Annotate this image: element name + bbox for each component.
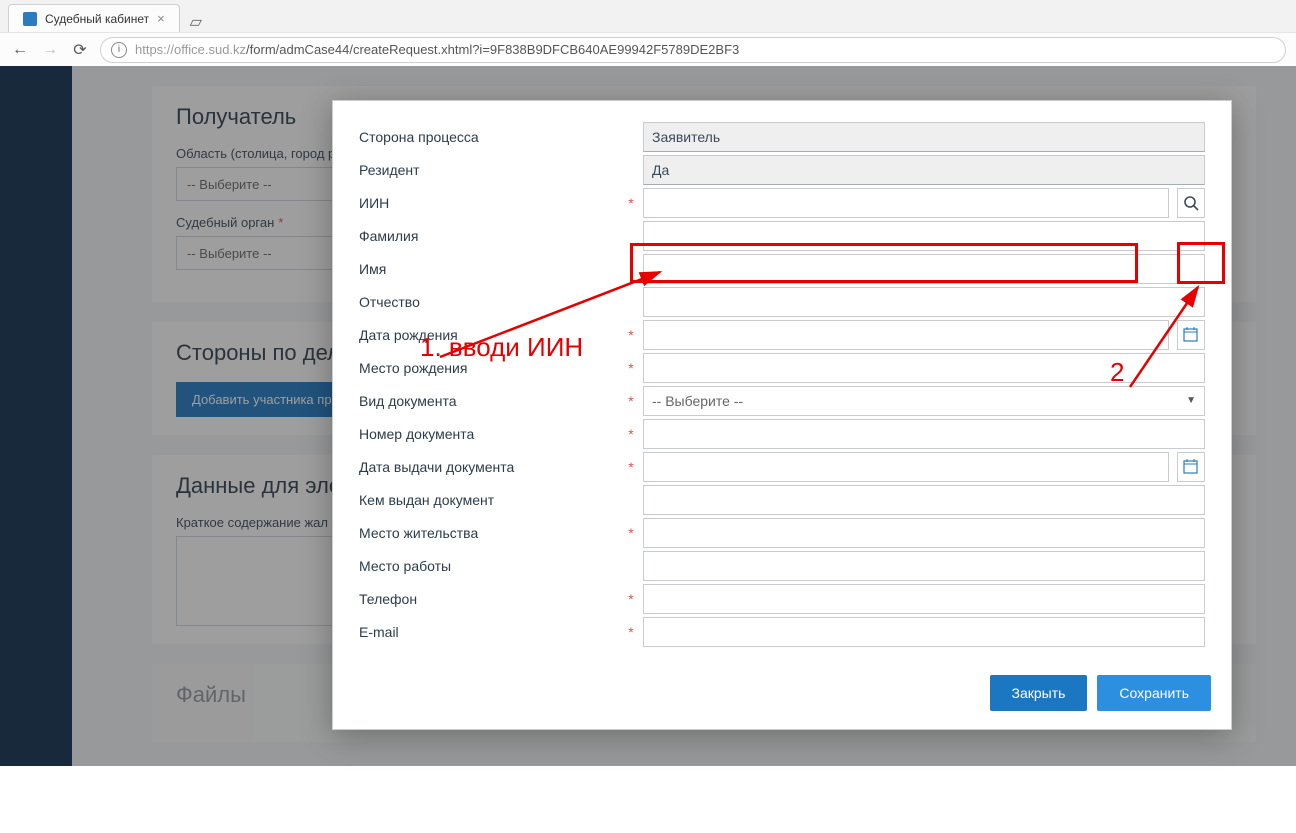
label-phone: Телефон (359, 591, 619, 607)
forward-button: → (40, 41, 60, 59)
docdate-calendar-button[interactable] (1177, 452, 1205, 482)
favicon-icon (23, 12, 37, 26)
tab-strip: Судебный кабинет × ▱ (0, 0, 1296, 32)
label-surname: Фамилия (359, 228, 619, 244)
label-email: E-mail (359, 624, 619, 640)
browser-tab[interactable]: Судебный кабинет × (8, 4, 180, 32)
new-tab-button[interactable]: ▱ (186, 12, 206, 32)
label-iin: ИИН (359, 195, 619, 211)
docnum-input[interactable] (643, 419, 1205, 449)
site-info-icon[interactable]: i (111, 42, 127, 58)
value-side: Заявитель (643, 122, 1205, 152)
search-icon (1183, 195, 1199, 211)
phone-input[interactable] (643, 584, 1205, 614)
value-resident: Да (643, 155, 1205, 185)
docdate-input[interactable] (643, 452, 1169, 482)
address-input[interactable] (643, 518, 1205, 548)
save-button[interactable]: Сохранить (1097, 675, 1211, 711)
iin-search-button[interactable] (1177, 188, 1205, 218)
label-address: Место жительства (359, 525, 619, 541)
label-docdate: Дата выдачи документа (359, 459, 619, 475)
url-host: https://office.sud.kz (135, 42, 246, 57)
birthdate-calendar-button[interactable] (1177, 320, 1205, 350)
iin-input[interactable] (643, 188, 1169, 218)
workplace-input[interactable] (643, 551, 1205, 581)
url-path: /form/admCase44/createRequest.xhtml?i=9F… (246, 42, 739, 57)
calendar-icon (1183, 327, 1198, 342)
address-bar-row: ← → ⟳ i https://office.sud.kz/form/admCa… (0, 32, 1296, 66)
label-birthplace: Место рождения (359, 360, 619, 376)
participant-modal: Сторона процесса Заявитель Резидент Да И… (332, 100, 1232, 730)
label-doctype: Вид документа (359, 393, 619, 409)
label-name: Имя (359, 261, 619, 277)
birthplace-input[interactable] (643, 353, 1205, 383)
label-birthdate: Дата рождения (359, 327, 619, 343)
label-workplace: Место работы (359, 558, 619, 574)
patronymic-input[interactable] (643, 287, 1205, 317)
label-resident: Резидент (359, 162, 619, 178)
browser-chrome: Судебный кабинет × ▱ ← → ⟳ i https://off… (0, 0, 1296, 67)
label-patronymic: Отчество (359, 294, 619, 310)
close-tab-icon[interactable]: × (157, 11, 165, 26)
name-input[interactable] (643, 254, 1205, 284)
reload-button[interactable]: ⟳ (70, 40, 90, 60)
docissuer-input[interactable] (643, 485, 1205, 515)
url-bar[interactable]: i https://office.sud.kz/form/admCase44/c… (100, 37, 1286, 63)
tab-title: Судебный кабинет (45, 12, 149, 26)
close-button[interactable]: Закрыть (990, 675, 1088, 711)
label-docissuer: Кем выдан документ (359, 492, 619, 508)
surname-input[interactable] (643, 221, 1205, 251)
back-button[interactable]: ← (10, 41, 30, 59)
birthdate-input[interactable] (643, 320, 1169, 350)
label-side: Сторона процесса (359, 129, 619, 145)
label-docnum: Номер документа (359, 426, 619, 442)
doctype-select[interactable]: -- Выберите --▼ (643, 386, 1205, 416)
email-input[interactable] (643, 617, 1205, 647)
calendar-icon (1183, 459, 1198, 474)
